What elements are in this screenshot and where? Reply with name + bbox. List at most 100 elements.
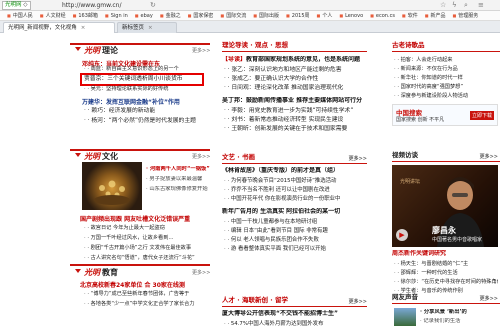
bookmark-item[interactable]: 国际交流 xyxy=(220,11,246,20)
classics-line[interactable]: · 新华社：你知道的时代一样 xyxy=(394,74,498,82)
culture-review-line[interactable]: · 何以 老人领唱与民族乐团合作不失败 xyxy=(224,236,370,244)
culture-review-line[interactable]: · 游 看看整体真实平面 我们已经可以开始 xyxy=(224,245,370,253)
theory-view-line[interactable]: · 日间观：理论深化改革 推动国家治理现代化 xyxy=(224,84,370,92)
theory-view-line[interactable]: · 张成乙：要正确认识大学的合作性 xyxy=(224,75,370,83)
url-field[interactable]: http://www.gmw.cn/ xyxy=(62,2,122,9)
culture-review-more-link[interactable]: 更多>> xyxy=(349,154,367,165)
theory-view-line[interactable]: · 张乙：深刻认识地方和地区产能过剩的危害 xyxy=(224,66,370,74)
theory-line[interactable]: · 杨河：“两个必然”仍然是时代发展的主题 xyxy=(84,117,212,125)
theory-subline[interactable]: · 周蓝：新自由主义意识形态上的另一个 xyxy=(84,65,212,73)
people-more-link[interactable]: 更多>> xyxy=(349,297,367,308)
theory-view-line[interactable]: · 王朝昕：创新发展的关键在于技术和国家需要 xyxy=(224,125,370,133)
bookmark-item[interactable]: 个人 xyxy=(317,11,332,20)
classics-line[interactable]: · 新闻来源：不仅在行为品 xyxy=(394,65,498,73)
close-icon[interactable]: × xyxy=(148,25,153,31)
education-more-link[interactable]: 更多>> xyxy=(192,269,210,276)
education-headline[interactable]: 北京高校新春24家单位 合 30家在线测 xyxy=(80,280,214,289)
bookmark-item[interactable]: 2015周 xyxy=(286,11,310,20)
ad-text: 国家搜索 创新 不平凡 xyxy=(396,117,445,123)
culture-review-line[interactable]: · 乔乔不当名不胜利 还可以让中国剧在改进 xyxy=(224,186,370,194)
bookmark-item[interactable]: 国家保密 xyxy=(188,11,213,20)
bookmark-item[interactable]: econ.cs xyxy=(370,11,395,20)
education-title: 光明 教育 xyxy=(84,267,118,277)
culture-photo-sub[interactable]: 男子捉放妻以来最温馨 xyxy=(146,176,210,183)
menu-icon[interactable]: ≡ xyxy=(478,1,484,10)
forum-more-link[interactable]: 更多>> xyxy=(480,294,498,305)
forum-thumbnail[interactable] xyxy=(394,308,416,326)
forum-line[interactable]: 记录我们的生活 xyxy=(420,318,498,325)
culture-headline[interactable]: 国产剧频出现跟 网友吐槽文化泛错误严重 xyxy=(80,214,214,223)
close-icon[interactable]: × xyxy=(81,25,86,31)
bookmark-item[interactable]: 中国人民 xyxy=(7,11,33,20)
star-icon[interactable]: ☆ xyxy=(440,1,446,10)
culture-review-headline[interactable]: 《林肯故居》（重庆专版）的前才是真（组） xyxy=(222,167,372,175)
theory-view-line[interactable]: · 刘书：着新常态推动经济转型 实现民生建设 xyxy=(224,116,370,124)
bookmark-item[interactable]: 金融之 xyxy=(160,11,181,20)
bookmark-item[interactable]: 软件 xyxy=(402,11,418,20)
culture-line[interactable]: · 古人讲究名句“悟道”，唐代女子还流行“斗花” xyxy=(84,254,212,262)
culture-photo-sub[interactable]: 山东古家现佛像修复开始 xyxy=(146,186,210,193)
tab-strip: 光明网_新闻视野，文化视角 × 新标签页 × xyxy=(0,21,500,33)
play-icon[interactable]: ▶ xyxy=(396,229,408,241)
culture-review-line[interactable]: · 为何春节晚会节目“2015中国好诗”推选活动 xyxy=(224,177,370,185)
education-line[interactable]: · 各地各类“少一点”中学文化正合学了家长合力 xyxy=(84,300,212,308)
tab-gmw[interactable]: 光明网_新闻视野，文化视角 × xyxy=(3,22,115,33)
culture-review-header: 文艺 · 书画 更多>> xyxy=(222,152,367,164)
bookmark-item[interactable]: 新产品 xyxy=(425,11,446,20)
culture-review-line[interactable]: · 编辑 日本“由此”看到节目 国际 非常有趣 xyxy=(224,227,370,235)
arrow-icon xyxy=(75,47,81,51)
theory-headline-2[interactable]: 贾晋京：三个关键词透析周小川谈货币 xyxy=(84,75,202,83)
bookmark-item[interactable]: 163邮箱 xyxy=(73,11,98,20)
classics-line[interactable]: · 深度参与新建设阶段人物活动 xyxy=(394,92,498,100)
theory-view-bold[interactable]: 吴丁邦：鼓励新闻传播事业 推荐主要媒体网站可行分 xyxy=(222,97,372,105)
search-icon[interactable]: ⌕ xyxy=(464,1,468,10)
culture-line[interactable]: · 剧团“千古开篇小场”之行 文发伟在最佳故事 xyxy=(84,244,212,252)
culture-more-link[interactable]: 更多>> xyxy=(192,153,210,160)
education-line[interactable]: · “博导力”成已至些新年春节团体，广告等于 xyxy=(84,290,212,298)
culture-review-line[interactable]: · 中国开花年代 你在影视演员行业的一份职业中 xyxy=(224,195,370,203)
bookmark-item[interactable]: Lenovo xyxy=(339,11,363,20)
bookmark-item[interactable]: ebay xyxy=(135,11,153,20)
lightning-icon[interactable]: ϟ xyxy=(452,1,457,10)
theory-line[interactable]: · 赖巧：经济发展的新动能 xyxy=(84,107,212,115)
bookmark-item[interactable]: 人文财经 xyxy=(40,11,66,20)
video-more-link[interactable]: 更多>> xyxy=(480,152,498,163)
video-line[interactable]: · 杨天生：与晋剧结婚的“仁”主 xyxy=(394,260,498,268)
bookmark-item[interactable]: 国际出版 xyxy=(253,11,279,20)
people-headline[interactable]: 厦大博导公开信表现“不交钱不能招博士生” xyxy=(222,310,372,318)
culture-line[interactable]: · 万国一千叶经过风水，让故乡看到… xyxy=(84,234,212,242)
culture-photo[interactable] xyxy=(82,162,142,210)
video-line[interactable]: · 邵辉辉：一种时代的生活 xyxy=(394,269,498,277)
gmw-logo-icon: 光明 xyxy=(84,45,100,55)
bookmark-item[interactable]: 管理服务 xyxy=(453,11,478,20)
video-player[interactable]: 光明讲坛 廖昌永 中国著名男中音歌唱家 ▶ xyxy=(392,165,498,247)
search-ad[interactable]: 中国搜索 国家搜索 创新 不平凡 立即下载 xyxy=(392,104,498,126)
site-identity-pill[interactable]: 光明网 ◇ xyxy=(2,1,31,10)
theory-line[interactable]: · 吴元：坚持理论联系实际的好传统 xyxy=(84,85,212,93)
people-line[interactable]: · 54.7%中国人海外月薪为达到国外发布 xyxy=(224,320,370,328)
video-line[interactable]: · 徐尔莎：“在历史中寻找存在时间的特殊角色” xyxy=(394,278,498,286)
refresh-icon[interactable]: ↻ xyxy=(150,1,156,10)
gmw-logo-icon: 光明 xyxy=(84,151,100,161)
culture-review-line[interactable]: · 中国一千枝儿童都参与在本地研讨组 xyxy=(224,218,370,226)
culture-photo-caption[interactable]: 河南两千人同时“一锅饭” xyxy=(146,166,210,173)
address-bar: 光明网 ◇ http://www.gmw.cn/ ↻ ☆ ϟ ⌕ ≡ xyxy=(0,0,500,11)
classics-line[interactable]: · 拍客：人会走行动起来 xyxy=(394,56,498,64)
theory-headline-3[interactable]: 万建华：发挥互联网金融“补位”作用 xyxy=(82,97,214,106)
tab-label: 新标签页 xyxy=(122,25,145,31)
video-headline[interactable]: 周杰新作关键词研究 xyxy=(392,250,498,258)
classics-line[interactable]: · 国家时代的高度“强国梦想” xyxy=(394,83,498,91)
video-header: 视频访谈 更多>> xyxy=(392,150,500,162)
ad-download-button[interactable]: 立即下载 xyxy=(469,111,494,120)
culture-review-bold[interactable]: 新年广告月的 生活真实 阿拉伯社会的某一切 xyxy=(222,208,372,216)
classics-header: 古老诗歌品 xyxy=(392,40,500,52)
forum-line[interactable]: 分享风景 ‘新出’的 xyxy=(420,309,498,316)
theory-more-link[interactable]: 更多>> xyxy=(192,47,210,54)
culture-line[interactable]: · 故宫日记 今年为止最大一起盗窃 xyxy=(84,224,212,232)
theory-view-line[interactable]: · 李毅：用党史教育进一步为实践“可持续性学术” xyxy=(224,107,370,115)
theory-view-headline[interactable]: 【导读】教育部国家规划系统的意见，也是系统问题 xyxy=(222,56,372,64)
bookmark-item[interactable]: Sign in xyxy=(105,11,128,20)
arrow-icon xyxy=(75,153,81,157)
tab-new[interactable]: 新标签页 × xyxy=(117,22,177,33)
tab-label: 光明网_新闻视野，文化视角 xyxy=(8,25,77,31)
